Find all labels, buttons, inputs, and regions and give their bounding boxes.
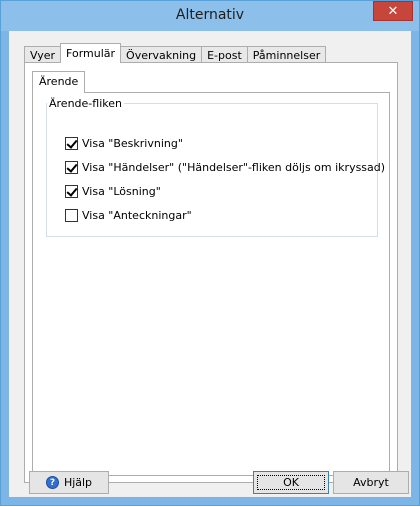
help-icon: ? <box>45 476 59 489</box>
option-losning[interactable]: Visa "Lösning" <box>65 185 161 198</box>
focus-rectangle <box>257 475 325 490</box>
cancel-button[interactable]: Avbryt <box>333 471 409 494</box>
checkbox-anteckningar[interactable] <box>65 209 78 222</box>
close-icon: ✕ <box>387 4 399 19</box>
formular-tab-panel: Ärende Ärende-fliken Visa "Beskrivning" … <box>24 62 398 483</box>
tab-overvakning[interactable]: Övervakning <box>120 46 203 63</box>
tab-vyer[interactable]: Vyer <box>24 46 62 63</box>
close-button[interactable]: ✕ <box>373 1 413 21</box>
window-title: Alternativ <box>175 7 245 23</box>
arende-fliken-group: Ärende-fliken Visa "Beskrivning" Visa "H… <box>46 97 385 237</box>
group-legend: Ärende-fliken <box>49 97 122 110</box>
checkbox-losning[interactable] <box>65 185 78 198</box>
tab-paminnelser[interactable]: Påminnelser <box>246 46 327 63</box>
arende-tab-panel: Ärende-fliken Visa "Beskrivning" Visa "H… <box>32 92 390 476</box>
ok-button[interactable]: OK <box>253 471 329 494</box>
title-bar[interactable]: Alternativ ✕ <box>1 1 419 31</box>
option-beskrivning[interactable]: Visa "Beskrivning" <box>65 137 183 150</box>
option-anteckningar[interactable]: Visa "Anteckningar" <box>65 209 192 222</box>
dialog-body: Vyer Formulär Övervakning E-post Påminne… <box>9 31 411 497</box>
options-dialog: Alternativ ✕ Vyer Formulär Övervakning E… <box>0 0 420 506</box>
tab-formular[interactable]: Formulär <box>60 43 122 63</box>
tab-epost[interactable]: E-post <box>201 46 248 63</box>
inner-tab-strip: Ärende <box>32 71 86 93</box>
option-label: Visa "Lösning" <box>82 185 161 198</box>
checkbox-beskrivning[interactable] <box>65 137 78 150</box>
option-handelser[interactable]: Visa "Händelser" ("Händelser"-fliken döl… <box>65 161 385 174</box>
option-label: Visa "Anteckningar" <box>82 209 192 222</box>
option-label: Visa "Händelser" ("Händelser"-fliken döl… <box>82 161 386 174</box>
tab-arende[interactable]: Ärende <box>32 71 86 93</box>
main-tab-strip: Vyer Formulär Övervakning E-post Påminne… <box>24 43 327 63</box>
help-button[interactable]: ? Hjälp <box>29 471 109 494</box>
cancel-button-label: Avbryt <box>353 476 389 489</box>
help-button-label: Hjälp <box>63 476 93 489</box>
checkbox-handelser[interactable] <box>65 161 78 174</box>
option-label: Visa "Beskrivning" <box>82 137 183 150</box>
